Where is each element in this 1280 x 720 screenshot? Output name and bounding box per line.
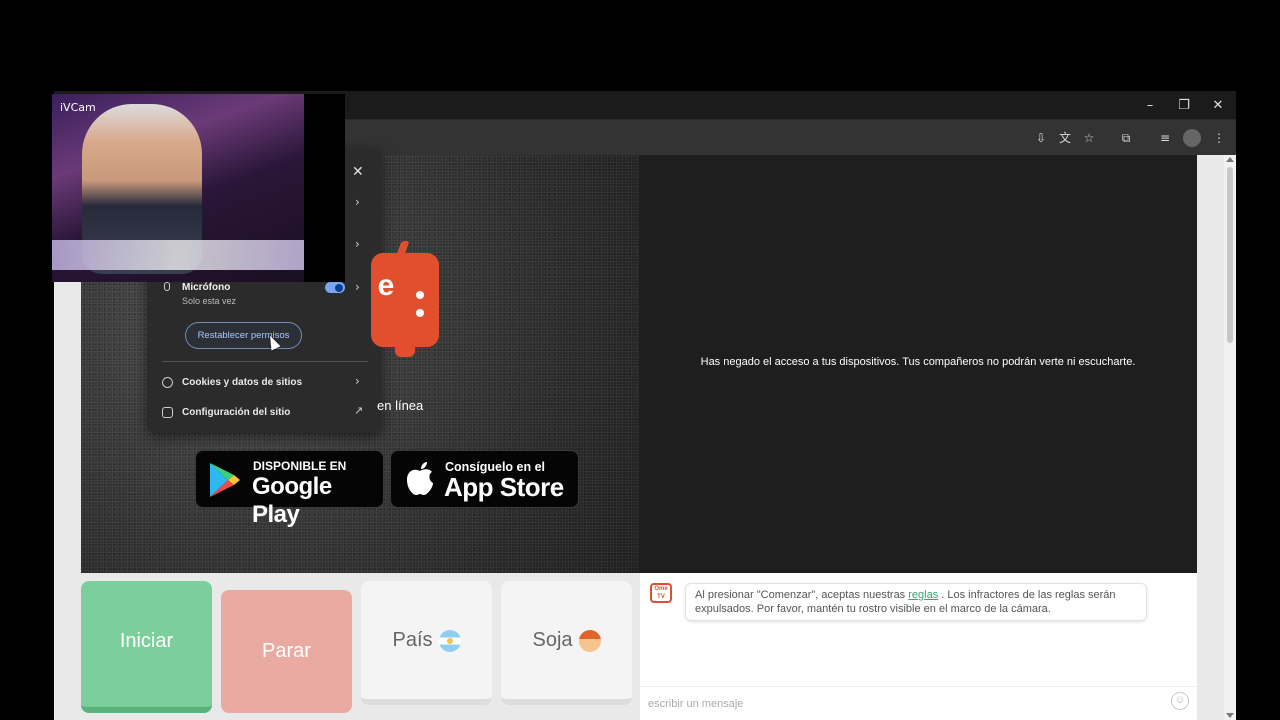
apple-badge-line2: App Store: [444, 472, 564, 502]
chevron-right-icon: ›: [355, 374, 360, 388]
ometv-logo: e: [371, 241, 439, 357]
close-window-button[interactable]: ✕: [1206, 96, 1230, 116]
system-message: Al presionar "Comenzar", aceptas nuestra…: [685, 583, 1147, 621]
chat-input[interactable]: [648, 695, 1148, 713]
access-denied-message: Has negado el acceso a tus dispositivos.…: [700, 356, 1136, 368]
country-label: País: [392, 629, 433, 651]
extensions-icon[interactable]: ⧉: [1117, 129, 1135, 147]
media-icon[interactable]: ≡: [1156, 129, 1174, 147]
gender-label: Soja: [532, 629, 573, 651]
microphone-icon: [164, 282, 170, 291]
site-settings-row[interactable]: Configuración del sitio ↗: [162, 404, 372, 424]
start-button[interactable]: Iniciar: [81, 581, 212, 713]
cookies-label: Cookies y datos de sitios: [182, 377, 303, 388]
google-badge-line1: DISPONIBLE EN: [253, 459, 347, 473]
translate-icon[interactable]: 文: [1056, 129, 1074, 147]
scrollbar[interactable]: [1224, 155, 1236, 720]
message-text-before: Al presionar "Comenzar", aceptas nuestra…: [695, 589, 909, 601]
country-button[interactable]: País: [361, 581, 492, 705]
webcam-label: iVCam: [60, 101, 96, 114]
chat-panel: Ome TV Al presionar "Comenzar", aceptas …: [640, 573, 1197, 720]
scroll-down-icon[interactable]: [1226, 713, 1234, 718]
cookies-row[interactable]: Cookies y datos de sitios ›: [162, 374, 372, 394]
chevron-right-icon[interactable]: ›: [355, 280, 360, 294]
minimize-button[interactable]: –: [1138, 96, 1162, 116]
close-icon[interactable]: ✕: [352, 164, 364, 180]
webcam-feed: [52, 94, 304, 282]
star-icon[interactable]: ☆: [1080, 129, 1098, 147]
apple-icon: [407, 462, 433, 495]
reset-permissions-button[interactable]: Restablecer permisos: [185, 322, 302, 349]
google-play-icon: [210, 463, 240, 497]
ometv-avatar-icon: Ome TV: [650, 583, 672, 603]
webcam-overlay: iVCam: [52, 94, 345, 282]
cookie-icon: [162, 377, 173, 388]
argentina-flag-icon: [438, 629, 461, 652]
rules-link[interactable]: reglas: [908, 589, 938, 601]
external-link-icon: ↗: [354, 404, 364, 417]
boy-icon: [578, 629, 601, 652]
install-icon[interactable]: ⇩: [1032, 129, 1050, 147]
profile-icon[interactable]: [1183, 129, 1201, 147]
google-badge-line2: Google Play: [252, 473, 332, 528]
chevron-right-icon[interactable]: ›: [355, 195, 360, 209]
webcam-keyboard: [52, 240, 304, 270]
gender-button[interactable]: Soja: [501, 581, 632, 705]
google-play-badge[interactable]: DISPONIBLE EN Google Play: [195, 450, 384, 528]
microphone-sublabel: Solo esta vez: [182, 296, 237, 306]
gear-icon: [162, 407, 173, 418]
microphone-toggle[interactable]: [325, 282, 345, 293]
site-settings-label: Configuración del sitio: [182, 407, 291, 418]
scroll-thumb[interactable]: [1227, 167, 1233, 343]
menu-icon[interactable]: ⋮: [1210, 129, 1228, 147]
stop-button[interactable]: Parar: [221, 590, 352, 713]
chevron-right-icon[interactable]: ›: [355, 237, 360, 251]
microphone-label: Micrófono: [182, 282, 231, 293]
restore-button[interactable]: ❐: [1172, 96, 1196, 116]
online-text: en línea: [377, 398, 424, 413]
app-store-badge[interactable]: Consíguelo en el App Store: [390, 450, 579, 508]
scroll-up-icon[interactable]: [1226, 157, 1234, 162]
emoji-icon[interactable]: ☺: [1171, 692, 1189, 710]
partner-video-panel: Has negado el acceso a tus dispositivos.…: [639, 155, 1197, 573]
chat-input-area: ☺: [640, 686, 1197, 720]
divider: [162, 361, 368, 362]
